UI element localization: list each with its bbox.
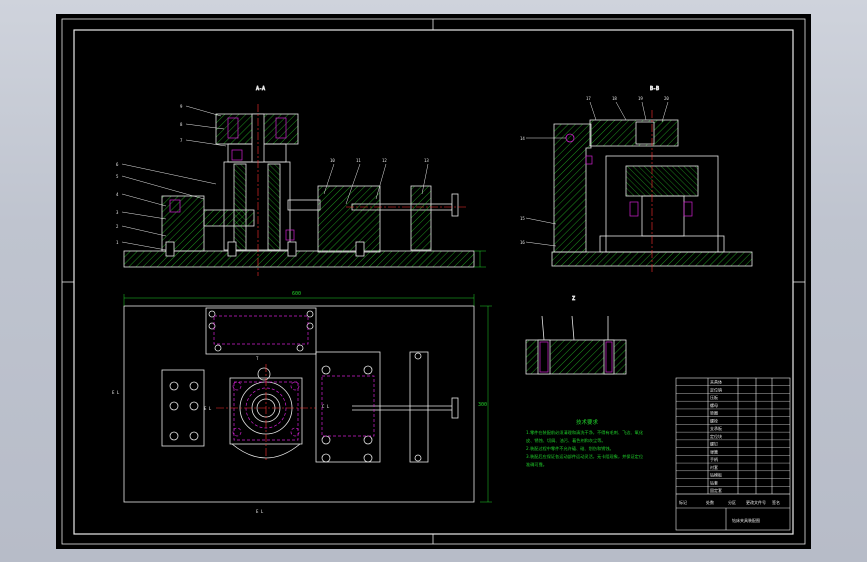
title-block-row-label: 螺母 xyxy=(710,402,718,408)
view-mark-2: T xyxy=(256,356,259,361)
title-block-row-label: 手柄 xyxy=(710,456,718,462)
balloon-16: 16 xyxy=(520,240,525,245)
balloon-9: 9 xyxy=(180,104,183,109)
balloon-4: 4 xyxy=(116,192,119,197)
cad-drawing: A-A 1 2 3 4 5 6 7 8 9 10 11 12 13 B-B 14… xyxy=(61,18,806,545)
title-block-row-label: 固定套 xyxy=(710,487,722,493)
tb-footer-4: 更改文件号 xyxy=(746,499,766,505)
outer-frame xyxy=(61,18,806,545)
balloon-3: 3 xyxy=(116,210,119,215)
tb-footer-3: 分区 xyxy=(728,499,736,505)
tech-notes-title: 技术要求 xyxy=(576,418,599,426)
title-block xyxy=(675,377,791,531)
dimension-top: 600 xyxy=(292,291,301,297)
balloon-13: 13 xyxy=(424,158,429,163)
balloon-5: 5 xyxy=(116,174,119,179)
view-mark-5: E L xyxy=(256,509,264,514)
balloon-12: 12 xyxy=(382,158,387,163)
front-section-view: A-A xyxy=(123,86,475,268)
section-label-bb: B-B xyxy=(650,86,659,92)
title-block-row-label: 钻模板 xyxy=(710,472,722,478)
title-block-row-label: 压板 xyxy=(710,394,718,400)
balloon-15: 15 xyxy=(520,216,525,221)
tb-drawing-name: 钻床夹具装配图 xyxy=(732,517,760,523)
balloon-17: 17 xyxy=(586,96,591,101)
dimension-side: 300 xyxy=(478,402,487,408)
title-block-row-label: 衬套 xyxy=(710,464,718,470)
title-block-row-label: 钻套 xyxy=(710,479,718,485)
balloon-10: 10 xyxy=(330,158,335,163)
balloon-14: 14 xyxy=(520,136,525,141)
title-block-row-label: 垫圈 xyxy=(710,410,718,416)
tb-footer-5: 签名 xyxy=(772,499,780,505)
tech-note-line-1: 1.零件在装配前必须清理和清洗干净，不得有毛刺、飞边、氧化 xyxy=(526,429,644,436)
tb-footer-1: 标记 xyxy=(679,499,687,505)
tech-note-line-3: 2.装配过程中零件不允许磕、碰、划伤和锈蚀。 xyxy=(526,445,614,452)
balloon-11: 11 xyxy=(356,158,361,163)
title-block-row-label: 弹簧 xyxy=(710,448,718,454)
balloon-20: 20 xyxy=(664,96,669,101)
title-block-row-label: 夹具体 xyxy=(710,379,722,385)
tech-note-line-4: 3.装配后应保证各运动部件运动灵活，无卡阻现象，并保证定位 xyxy=(526,453,643,460)
view-mark-1: E L xyxy=(112,390,120,395)
title-block-rows: 夹具体定位销压板螺母垫圈螺栓支承板定位块螺钉弹簧手柄衬套钻模板钻套固定套 xyxy=(676,379,790,495)
plan-view-centerlines xyxy=(216,364,316,462)
tech-note-line-2: 皮、锈蚀、切屑、油污、着色剂和灰尘等。 xyxy=(526,437,606,444)
detail-label: Z xyxy=(572,296,575,302)
title-block-row-label: 定位销 xyxy=(710,386,722,392)
balloon-7: 7 xyxy=(180,138,183,143)
plan-dims xyxy=(123,294,492,503)
title-block-row-label: 螺钉 xyxy=(710,441,718,447)
section-label-aa: A-A xyxy=(256,86,265,92)
drawing-sheet: A-A 1 2 3 4 5 6 7 8 9 10 11 12 13 B-B 14… xyxy=(56,14,811,549)
view-mark-3: E L xyxy=(204,406,212,411)
balloon-8: 8 xyxy=(180,122,183,127)
front-dim xyxy=(474,250,486,268)
view-mark-4: C L xyxy=(322,404,330,409)
plan-view xyxy=(123,305,475,503)
balloon-2: 2 xyxy=(116,224,119,229)
tech-note-line-5: 准确可靠。 xyxy=(526,461,547,468)
detail-z-view: Z xyxy=(525,296,627,375)
title-block-row-label: 螺栓 xyxy=(710,417,718,423)
tech-notes: 技术要求 1.零件在装配前必须清理和清洗干净，不得有毛刺、飞边、氧化 皮、锈蚀、… xyxy=(526,418,644,468)
frame-centermarks xyxy=(62,19,805,544)
title-block-row-label: 支承板 xyxy=(710,425,722,431)
title-block-row-label: 定位块 xyxy=(710,433,722,439)
balloon-1: 1 xyxy=(116,240,119,245)
balloon-6: 6 xyxy=(116,162,119,167)
tb-footer-2: 处数 xyxy=(706,499,714,505)
balloon-19: 19 xyxy=(638,96,643,101)
balloon-18: 18 xyxy=(612,96,617,101)
